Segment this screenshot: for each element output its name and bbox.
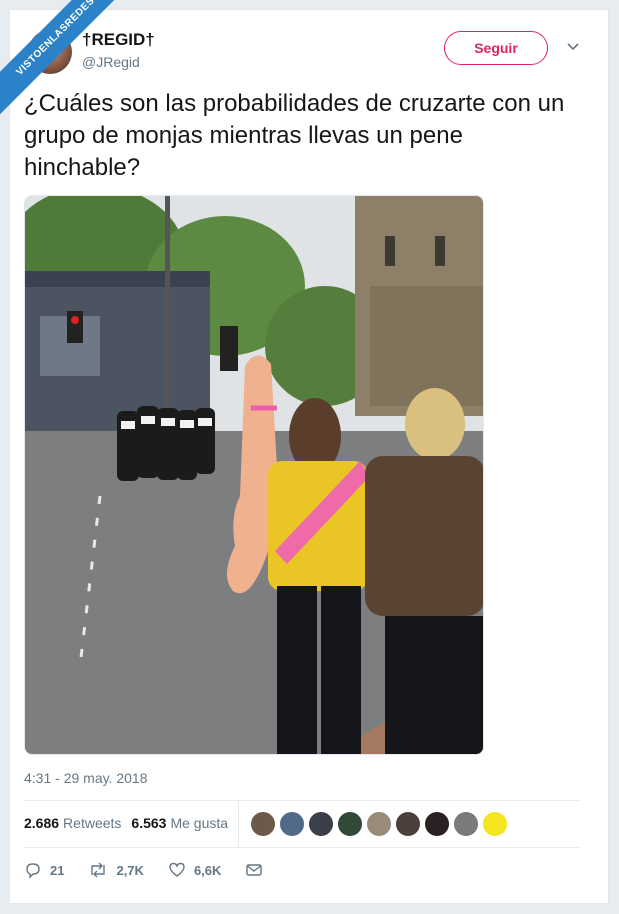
liker-avatar[interactable] [308, 811, 334, 837]
likes-stat[interactable]: 6.563 Me gusta [131, 815, 228, 831]
tweet-text: ¿Cuáles son las probabilidades de cruzar… [24, 90, 565, 181]
likes-label: Me gusta [170, 815, 229, 831]
envelope-icon [246, 864, 263, 876]
heart-icon [169, 862, 185, 877]
like-count: 6,6K [193, 862, 222, 878]
liker-avatar[interactable] [250, 811, 276, 837]
user-handle[interactable]: @JRegid [82, 54, 140, 70]
liker-avatar[interactable] [279, 811, 305, 837]
engagement-stats: 2.686 Retweets 6.563 Me gusta [24, 815, 228, 831]
like-button[interactable]: 6,6K [168, 861, 221, 879]
divider [24, 847, 581, 848]
reply-icon [26, 863, 40, 879]
tweet-photo[interactable] [24, 195, 484, 755]
retweets-count: 2.686 [24, 815, 60, 831]
reply-count: 21 [50, 862, 65, 878]
follow-button[interactable]: Seguir [444, 31, 548, 65]
retweet-button[interactable]: 2,7K [88, 861, 144, 879]
liker-avatar[interactable] [453, 811, 479, 837]
retweets-stat[interactable]: 2.686 Retweets [24, 815, 121, 831]
liker-avatar[interactable] [337, 811, 363, 837]
divider [24, 800, 581, 801]
tweet-timestamp[interactable]: 4:31 - 29 may. 2018 [24, 770, 147, 786]
message-button[interactable] [245, 861, 263, 879]
likes-count: 6.563 [131, 815, 167, 831]
chevron-down-icon[interactable] [566, 40, 580, 54]
liker-avatars [250, 811, 508, 837]
retweet-count: 2,7K [116, 862, 144, 878]
display-name[interactable]: †REGID† [82, 30, 155, 50]
liker-avatar[interactable] [395, 811, 421, 837]
divider [238, 801, 239, 847]
liker-avatar[interactable] [482, 811, 508, 837]
action-bar: 21 2,7K 6,6K [24, 861, 287, 879]
liker-avatar[interactable] [366, 811, 392, 837]
retweet-icon [91, 862, 106, 878]
liker-avatar[interactable] [424, 811, 450, 837]
reply-button[interactable]: 21 [24, 861, 64, 879]
retweets-label: Retweets [63, 815, 122, 831]
